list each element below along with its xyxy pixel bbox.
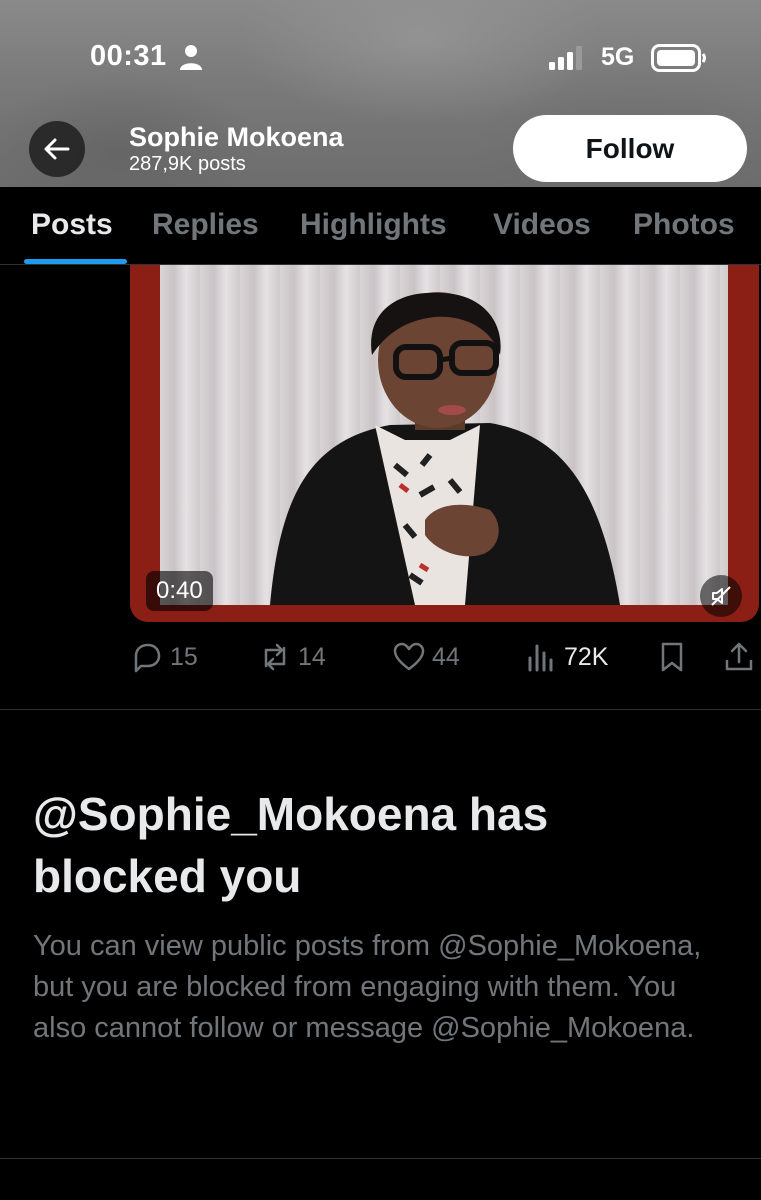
back-button[interactable]	[29, 121, 85, 177]
tab-posts[interactable]: Posts	[31, 208, 113, 242]
reply-icon	[134, 643, 161, 673]
divider	[0, 709, 761, 710]
tab-highlights[interactable]: Highlights	[300, 208, 447, 242]
heart-icon	[393, 642, 425, 671]
signal-icon	[549, 46, 582, 70]
post-actions: 15 14 44 72K	[130, 640, 761, 680]
views-chart-icon	[528, 644, 553, 672]
arrow-left-icon	[44, 138, 70, 160]
network-label: 5G	[601, 43, 635, 71]
repost-count: 14	[298, 642, 326, 671]
blocked-description: You can view public posts from @Sophie_M…	[33, 930, 702, 1044]
mute-button[interactable]	[700, 575, 742, 617]
share-icon	[725, 642, 753, 671]
person-icon	[180, 45, 202, 70]
profile-name: Sophie Mokoena	[129, 122, 344, 152]
tab-videos[interactable]: Videos	[493, 208, 591, 242]
posts-count: 287,9K posts	[129, 153, 246, 175]
tab-photos[interactable]: Photos	[633, 208, 735, 242]
like-button[interactable]: 44	[392, 640, 460, 674]
follow-button[interactable]: Follow	[513, 115, 747, 182]
bookmark-icon	[661, 642, 683, 672]
profile-tabs: Posts Replies Highlights Videos Photos	[0, 187, 761, 265]
divider	[0, 1158, 761, 1159]
like-count: 44	[432, 642, 460, 671]
status-time: 00:31	[90, 40, 167, 72]
video-player[interactable]: 0:40	[130, 265, 759, 622]
video-person-image	[270, 292, 620, 605]
video-thumbnail	[160, 265, 728, 605]
bookmark-button[interactable]	[655, 640, 689, 674]
share-button[interactable]	[722, 640, 756, 674]
status-bar: 00:31 5G	[0, 0, 761, 110]
repost-icon	[264, 643, 286, 671]
tab-replies[interactable]: Replies	[152, 208, 259, 242]
blocked-title: @Sophie_Mokoena has blocked you	[33, 788, 549, 902]
active-tab-indicator	[24, 259, 127, 264]
reply-count: 15	[170, 642, 198, 671]
reply-button[interactable]: 15	[130, 640, 198, 674]
video-duration: 0:40	[146, 571, 213, 611]
speaker-muted-icon	[711, 586, 731, 606]
repost-button[interactable]: 14	[258, 640, 326, 674]
battery-icon	[651, 44, 706, 72]
views-count: 72K	[564, 642, 609, 671]
views-button[interactable]: 72K	[524, 640, 608, 674]
